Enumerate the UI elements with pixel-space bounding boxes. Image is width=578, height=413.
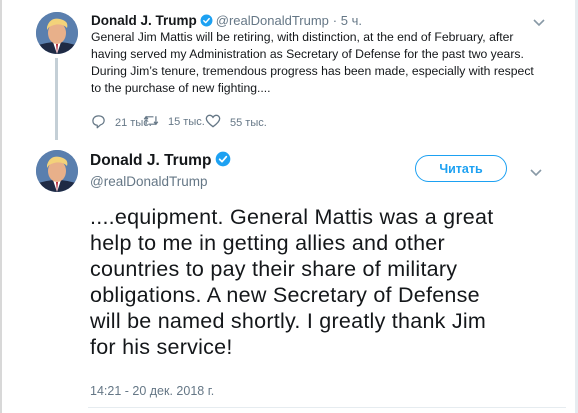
avatar-image <box>36 150 78 192</box>
tweet-time[interactable]: 5 ч. <box>341 13 362 28</box>
tweet-text-line: ....equipment. General Mattis was a grea… <box>90 205 494 229</box>
author-handle[interactable]: @realDonaldTrump <box>216 13 329 28</box>
like-count: 55 тыс. <box>230 116 267 129</box>
tweet-text-line: countries to pay their share of military <box>90 257 458 281</box>
divider <box>88 407 566 408</box>
chevron-down-icon[interactable] <box>533 14 545 32</box>
chevron-down-icon[interactable] <box>530 164 542 182</box>
header-separator: · <box>332 13 338 28</box>
tweet-text-line: for his service! <box>90 335 233 359</box>
retweet-count: 15 тыс. <box>168 116 205 128</box>
tweet-text-line: During Jim’s tenure, tremendous progress… <box>91 64 534 78</box>
tweet-text-line: General Jim Mattis will be retiring, wit… <box>91 30 514 44</box>
tweet-text-line: to the purchase of new fighting.... <box>91 81 271 95</box>
tweet-text-line: help to me in getting allies and other <box>90 231 445 255</box>
parent-tweet[interactable]: Donald J. Trump @realDonaldTrump · 5 ч. G… <box>0 0 578 140</box>
tweet-text-line: having served my Administration as Secre… <box>91 47 524 61</box>
parent-tweet-text: General Jim Mattis will be retiring, wit… <box>91 29 534 97</box>
avatar-image <box>36 12 78 54</box>
heart-icon <box>205 114 230 131</box>
avatar[interactable] <box>36 150 78 192</box>
author-name-text: Donald J. Trump <box>90 152 212 169</box>
tweet-timestamp[interactable]: 14:21 - 20 дек. 2018 г. <box>90 384 214 398</box>
thread-line <box>55 58 58 140</box>
retweet-icon <box>143 114 168 130</box>
main-tweet-text: ....equipment. General Mattis was a grea… <box>90 204 560 360</box>
avatar[interactable] <box>36 12 78 54</box>
tweet-text-line: will be named shortly. I greatly thank J… <box>90 309 487 333</box>
author-name[interactable]: Donald J. Trump <box>91 13 197 28</box>
parent-tweet-header: Donald J. Trump @realDonaldTrump · 5 ч. <box>91 13 362 30</box>
author-handle[interactable]: @realDonaldTrump <box>90 174 208 189</box>
author-name[interactable]: Donald J. Trump <box>90 151 234 172</box>
reply-icon <box>91 114 115 132</box>
follow-button[interactable]: Читать <box>415 155 507 182</box>
tweet-text-line: obligations. A new Secretary of Defense <box>90 283 480 307</box>
like-button[interactable]: 55 тыс. <box>205 114 267 131</box>
retweet-button[interactable]: 15 тыс. <box>143 114 205 130</box>
verified-badge-icon <box>215 151 231 172</box>
verified-badge-icon <box>200 14 213 30</box>
